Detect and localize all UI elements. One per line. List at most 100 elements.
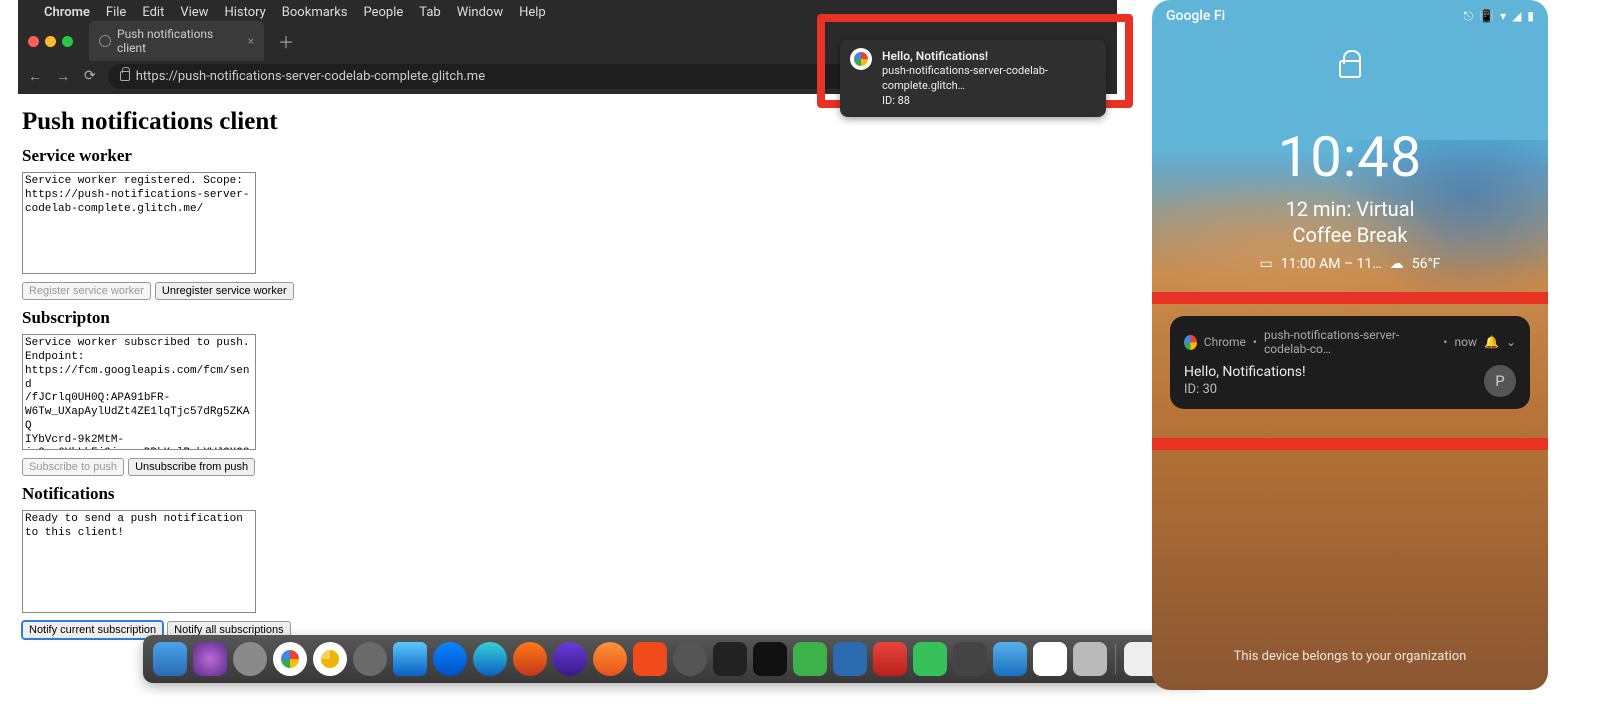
event-line-1: 12 min: Virtual — [1152, 196, 1548, 222]
menu-history[interactable]: History — [224, 5, 265, 20]
section-service-worker: Service worker — [22, 146, 1107, 166]
minimize-window-button[interactable] — [45, 36, 56, 47]
battery-icon: ▮ — [1527, 9, 1534, 23]
notify-current-button[interactable]: Notify current subscription — [22, 621, 163, 639]
section-notifications: Notifications — [22, 484, 1107, 504]
unsubscribe-button[interactable]: Unsubscribe from push — [128, 458, 255, 476]
chrome-icon — [1184, 335, 1197, 350]
dot-sep: • — [1253, 335, 1257, 349]
lock-icon — [120, 71, 130, 81]
firefox-dev-icon[interactable] — [593, 642, 627, 676]
menu-people[interactable]: People — [364, 5, 404, 20]
camtasia-icon[interactable] — [793, 642, 827, 676]
weather-temp: 56°F — [1412, 256, 1441, 272]
window-controls — [28, 36, 73, 47]
notifications-log[interactable] — [22, 510, 256, 612]
android-notification-card[interactable]: Chrome • push-notifications-server-codel… — [1170, 316, 1530, 409]
back-button[interactable]: ← — [28, 68, 42, 85]
tab-title: Push notifications client — [117, 27, 242, 55]
menu-bookmarks[interactable]: Bookmarks — [282, 5, 348, 20]
todoist-icon[interactable] — [873, 642, 907, 676]
macos-notification-toast[interactable]: Hello, Notifications! push-notifications… — [840, 40, 1106, 117]
event-time: 11:00 AM – 11… — [1281, 256, 1382, 272]
dot-sep: • — [1443, 335, 1447, 349]
calendar-event: 12 min: Virtual Coffee Break — [1152, 196, 1548, 248]
chevron-down-icon[interactable]: ⌄ — [1506, 335, 1516, 349]
launchpad-icon[interactable] — [233, 642, 267, 676]
finder-icon[interactable] — [153, 642, 187, 676]
calendar-icon: ▭ — [1260, 256, 1273, 272]
page-content: Push notifications client Service worker… — [18, 94, 1117, 644]
event-meta: ▭ 11:00 AM – 11… ☁ 56°F — [1152, 256, 1548, 272]
notification-when: now — [1454, 335, 1477, 349]
menu-view[interactable]: View — [180, 5, 208, 20]
notification-text: ID: 30 — [1184, 382, 1474, 397]
iterm-icon[interactable] — [753, 642, 787, 676]
unregister-sw-button[interactable]: Unregister service worker — [155, 282, 294, 300]
new-tab-button[interactable]: ＋ — [272, 29, 300, 53]
brave-icon[interactable] — [633, 642, 667, 676]
chrome-app-icon[interactable] — [273, 642, 307, 676]
menu-window[interactable]: Window — [457, 5, 503, 20]
vibrate-icon: 📳 — [1479, 9, 1494, 23]
notification-header: Chrome • push-notifications-server-codel… — [1184, 328, 1516, 356]
firefox-icon[interactable] — [513, 642, 547, 676]
dock-separator — [1115, 644, 1116, 674]
notification-site: push-notifications-server-codelab-co… — [1264, 328, 1436, 356]
safari-icon[interactable] — [393, 642, 427, 676]
forward-button[interactable]: → — [56, 68, 70, 85]
subscription-log[interactable] — [22, 334, 256, 450]
register-sw-button: Register service worker — [22, 282, 151, 300]
menu-edit[interactable]: Edit — [142, 5, 164, 20]
settings-icon[interactable] — [673, 642, 707, 676]
carrier-label: Google Fi — [1166, 8, 1225, 24]
toast-title: Hello, Notifications! — [882, 48, 1096, 64]
app-icon-4[interactable] — [1073, 642, 1107, 676]
weather-icon: ☁ — [1390, 256, 1404, 272]
notes-icon[interactable] — [1033, 642, 1067, 676]
menu-help[interactable]: Help — [519, 5, 546, 20]
app-icon-3[interactable] — [993, 642, 1027, 676]
close-window-button[interactable] — [28, 36, 39, 47]
chrome-icon — [850, 48, 872, 70]
clock-time: 10:48 — [1152, 124, 1548, 190]
macos-chrome-window: Chrome File Edit View History Bookmarks … — [18, 0, 1117, 683]
toast-source: push-notifications-server-codelab-comple… — [882, 64, 1096, 94]
nav-buttons: ← → ⟳ — [28, 68, 96, 85]
toast-body: ID: 88 — [882, 94, 1096, 109]
siri-icon[interactable] — [193, 642, 227, 676]
android-lockscreen: Google Fi ⎋ 📳 ▾ ◢ ▮ 10:48 12 min: Virtua… — [1152, 0, 1548, 690]
macos-dock — [143, 635, 1208, 683]
org-ownership-footer: This device belongs to your organization — [1152, 649, 1548, 664]
status-icons: ⎋ 📳 ▾ ◢ ▮ — [1464, 8, 1534, 24]
vscode-icon[interactable] — [833, 642, 867, 676]
phone-statusbar: Google Fi ⎋ 📳 ▾ ◢ ▮ — [1152, 0, 1548, 32]
service-worker-log[interactable] — [22, 172, 256, 274]
chrome-canary-icon[interactable] — [313, 642, 347, 676]
lockscreen-clock: 10:48 12 min: Virtual Coffee Break ▭ 11:… — [1152, 124, 1548, 272]
app-icon[interactable] — [353, 642, 387, 676]
close-tab-icon[interactable]: × — [248, 34, 254, 48]
menu-tab[interactable]: Tab — [419, 5, 440, 20]
notification-app: Chrome — [1204, 335, 1246, 349]
notification-avatar: P — [1484, 365, 1516, 397]
terminal-icon[interactable] — [713, 642, 747, 676]
vpn-icon: ⎋ — [1464, 9, 1474, 24]
browser-tab[interactable]: Push notifications client × — [89, 21, 264, 61]
wifi-icon: ▾ — [1500, 9, 1506, 23]
menubar-app-name[interactable]: Chrome — [44, 5, 90, 20]
zoom-window-button[interactable] — [62, 36, 73, 47]
section-subscription: Subscripton — [22, 308, 1107, 328]
toast-text: Hello, Notifications! push-notifications… — [882, 48, 1096, 109]
globe-icon — [99, 35, 111, 47]
menu-file[interactable]: File — [106, 5, 126, 20]
firefox-nightly-icon[interactable] — [553, 642, 587, 676]
safari-tp-icon[interactable] — [433, 642, 467, 676]
bell-icon[interactable]: 🔔 — [1484, 335, 1499, 349]
chat-icon[interactable] — [913, 642, 947, 676]
reload-button[interactable]: ⟳ — [84, 68, 96, 85]
app-icon-2[interactable] — [953, 642, 987, 676]
edge-icon[interactable] — [473, 642, 507, 676]
lock-icon[interactable] — [1339, 60, 1361, 78]
event-line-2: Coffee Break — [1152, 222, 1548, 248]
